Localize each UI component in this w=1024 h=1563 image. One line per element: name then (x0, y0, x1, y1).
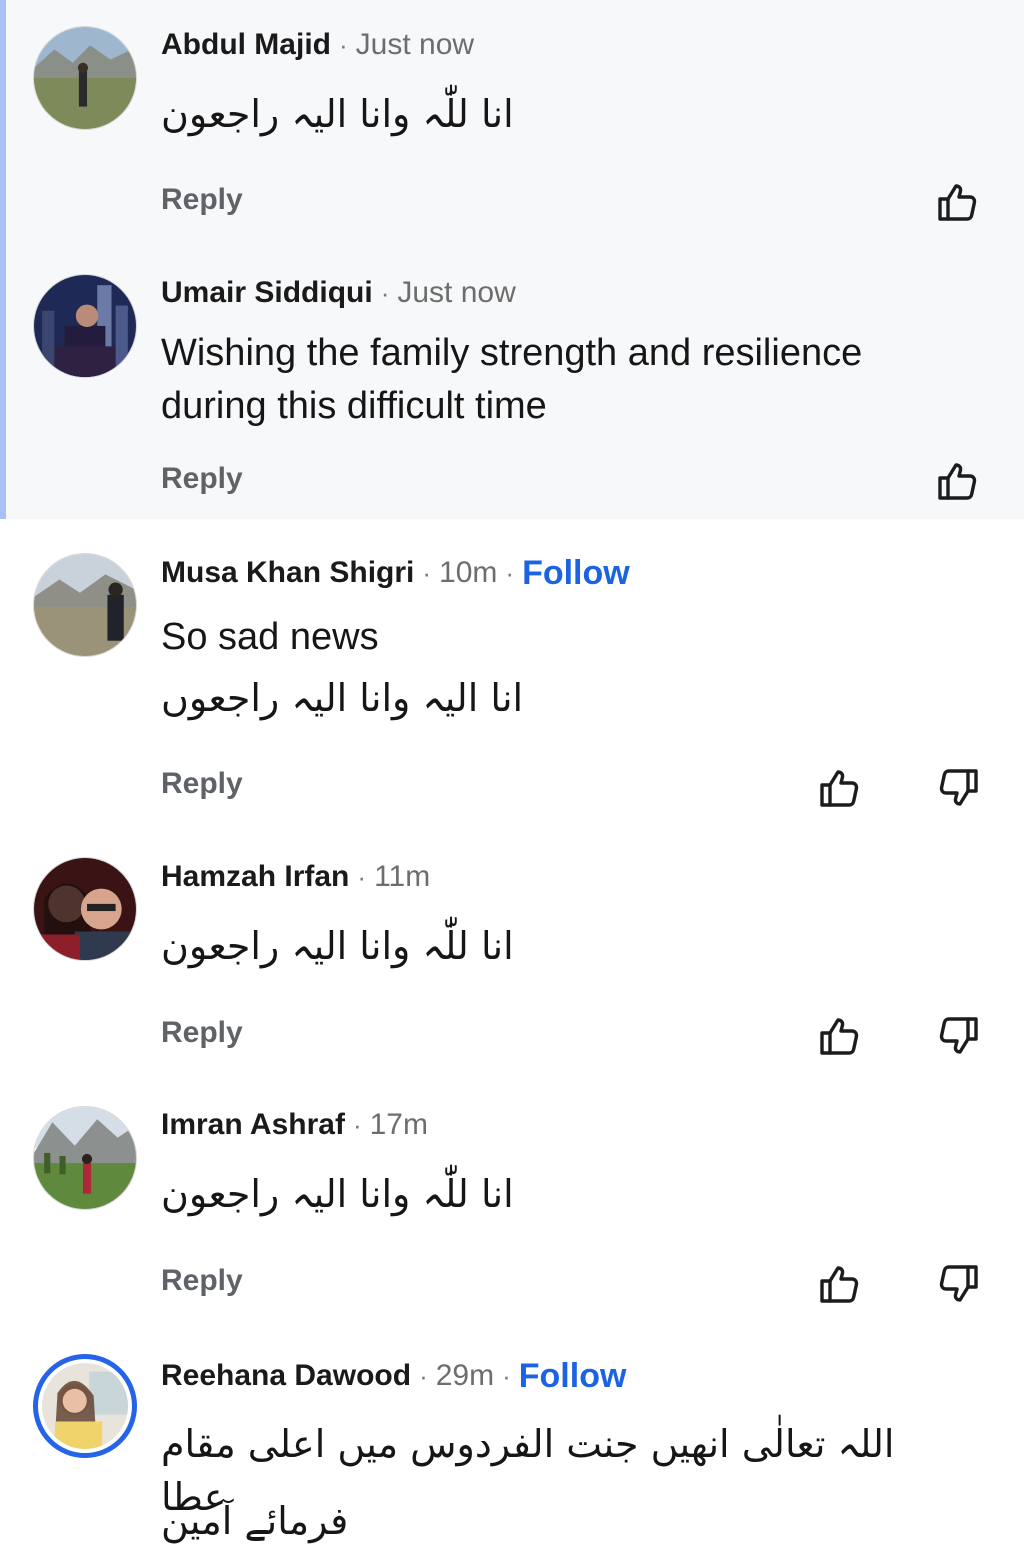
comment-meta: Reehana Dawood · 29m · Follow (161, 1356, 626, 1396)
commenter-name[interactable]: Umair Siddiqui (161, 276, 373, 310)
thumbs-down-icon[interactable] (934, 1260, 982, 1308)
commenter-name[interactable]: Musa Khan Shigri (161, 556, 414, 590)
reply-button[interactable]: Reply (161, 183, 243, 217)
thumbs-up-icon[interactable] (934, 178, 982, 226)
thumbs-up-icon[interactable] (934, 457, 982, 505)
avatar[interactable] (33, 26, 137, 130)
meta-separator: · (419, 1360, 428, 1391)
avatar-with-story-ring[interactable] (33, 1354, 137, 1458)
comment-text: انا للّٰہ وانا الیہ راجعون (161, 92, 514, 136)
comment-meta: Musa Khan Shigri · 10m · Follow (161, 553, 630, 593)
comment-timestamp: 11m (374, 860, 431, 893)
comment-text: انا للّٰہ وانا الیہ راجعون (161, 924, 514, 968)
avatar[interactable] (33, 274, 137, 378)
follow-button[interactable]: Follow (519, 1357, 627, 1396)
reply-button[interactable]: Reply (161, 767, 243, 801)
thumbs-up-icon[interactable] (816, 1260, 864, 1308)
reply-button[interactable]: Reply (161, 462, 243, 496)
reply-button[interactable]: Reply (161, 1016, 243, 1050)
thumbs-down-icon[interactable] (934, 764, 982, 812)
avatar[interactable] (33, 857, 137, 961)
comment-timestamp: 10m (439, 556, 498, 589)
meta-separator: · (338, 29, 348, 60)
comment-text: Wishing the family strength and resilien… (161, 332, 863, 427)
avatar[interactable] (33, 1106, 137, 1210)
thumbs-up-icon[interactable] (816, 1012, 864, 1060)
meta-separator: · (352, 1109, 362, 1140)
comment-timestamp: 17m (369, 1108, 428, 1141)
comment-timestamp: 29m (435, 1359, 495, 1392)
comment-text: So sad news (161, 616, 379, 658)
comment-text-continued: فرمائے آمین (161, 1499, 349, 1543)
comment-text-urdu: انا الیہ وانا الیہ راجعوں (161, 676, 524, 720)
follow-button[interactable]: Follow (522, 554, 630, 593)
comment-meta: Umair Siddiqui · Just now (161, 273, 516, 313)
meta-separator: · (357, 861, 367, 892)
commenter-name[interactable]: Imran Ashraf (161, 1108, 345, 1142)
highlighted-comments-region (0, 0, 1024, 519)
comment-timestamp: Just now (397, 276, 516, 309)
meta-separator: · (380, 277, 390, 308)
comment-meta: Abdul Majid · Just now (161, 25, 474, 65)
meta-separator: · (505, 557, 515, 588)
meta-separator: · (502, 1360, 511, 1391)
comment-meta: Imran Ashraf · 17m (161, 1105, 428, 1145)
meta-separator: · (422, 557, 432, 588)
thumbs-down-icon[interactable] (934, 1012, 982, 1060)
commenter-name[interactable]: Hamzah Irfan (161, 860, 349, 894)
thumbs-up-icon[interactable] (816, 764, 864, 812)
commenter-name[interactable]: Reehana Dawood (161, 1359, 411, 1393)
comment-text: انا للّٰہ وانا الیہ راجعون (161, 1172, 514, 1216)
commenter-name[interactable]: Abdul Majid (161, 28, 331, 62)
reply-button[interactable]: Reply (161, 1264, 243, 1298)
comment-meta: Hamzah Irfan · 11m (161, 857, 430, 897)
avatar[interactable] (33, 553, 137, 657)
comment-timestamp: Just now (355, 28, 475, 61)
